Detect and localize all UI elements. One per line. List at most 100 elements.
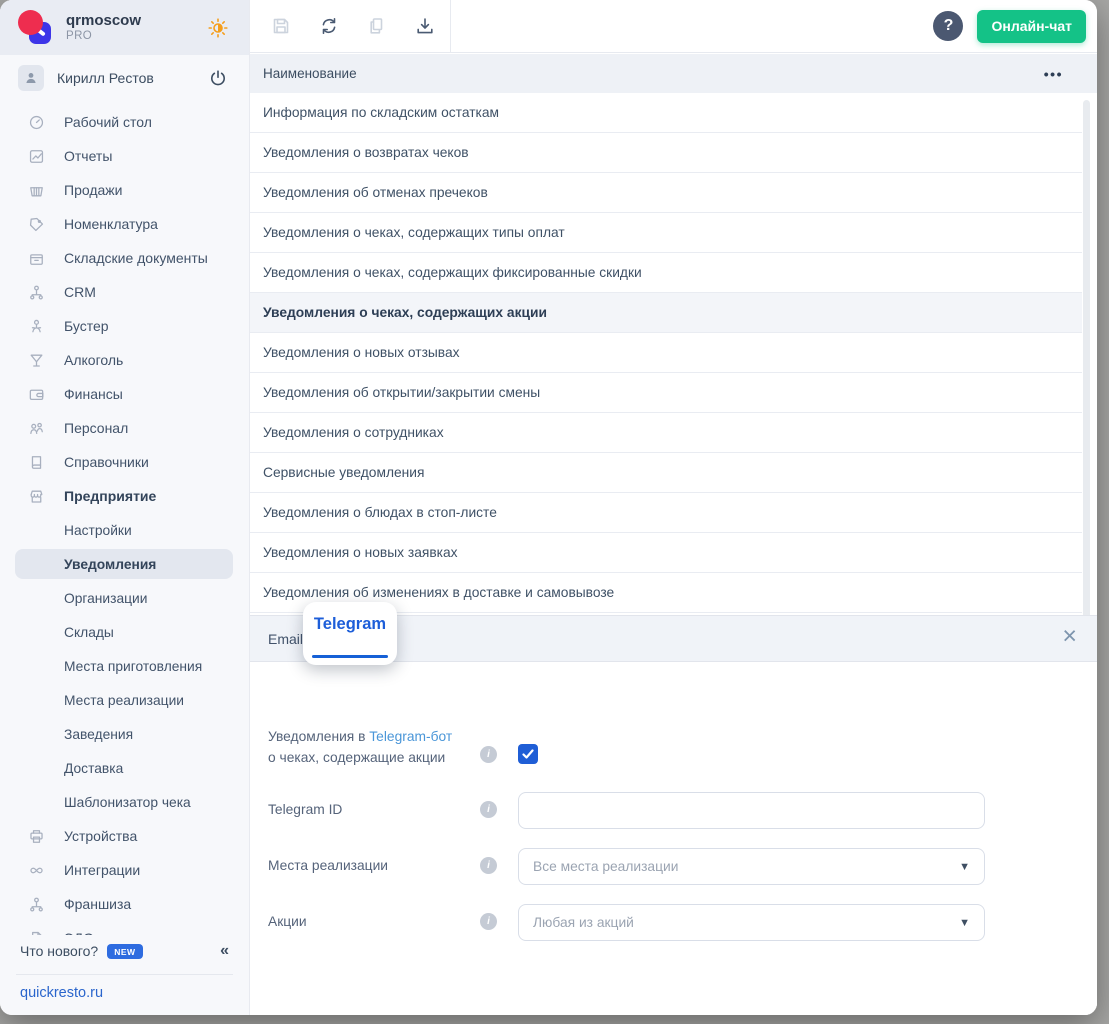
table-row[interactable]: Уведомления о новых заявках <box>250 533 1082 573</box>
close-panel-icon[interactable]: × <box>1062 624 1077 649</box>
panel-tabbar: Email × Telegram <box>250 602 1097 665</box>
sidebar-item-рабочий-стол[interactable]: Рабочий стол <box>0 105 249 139</box>
sidebar-item-продажи[interactable]: Продажи <box>0 173 249 207</box>
telegram-bot-link[interactable]: Telegram-бот <box>369 729 452 744</box>
logout-power-icon[interactable] <box>209 69 227 87</box>
sidebar-item-франшиза[interactable]: Франшиза <box>0 887 249 921</box>
sales-icon <box>28 182 45 199</box>
main-area: ? Онлайн-чат Наименование ••• Информация… <box>250 0 1097 1015</box>
sidebar-item-label: CRM <box>64 284 96 300</box>
places-select[interactable]: Все места реализации ▼ <box>518 848 985 885</box>
promos-label: Акции <box>268 914 307 929</box>
table-row[interactable]: Сервисные уведомления <box>250 453 1082 493</box>
table-row[interactable]: Уведомления о блюдах в стоп-листе <box>250 493 1082 533</box>
sidebar-item-персонал[interactable]: Персонал <box>0 411 249 445</box>
row-label: Уведомления о чеках, содержащих типы опл… <box>263 225 565 240</box>
storefront-icon <box>28 488 45 505</box>
sidebar-subitem-заведения[interactable]: Заведения <box>0 717 249 751</box>
tab-active-underline <box>312 655 388 658</box>
table-row[interactable]: Информация по складским остаткам <box>250 93 1082 133</box>
whats-new-row[interactable]: Что нового? NEW « <box>0 935 249 967</box>
quickresto-link[interactable]: quickresto.ru <box>0 975 249 1011</box>
row-label: Уведомления о блюдах в стоп-листе <box>263 505 497 520</box>
toggle-label: Уведомления в Telegram-бот о чеках, соде… <box>268 726 452 768</box>
orgchart-icon <box>28 284 45 301</box>
row-label: Уведомления о новых отзывах <box>263 345 460 360</box>
sidebar-subitem-label: Шаблонизатор чека <box>64 794 191 810</box>
sidebar-subitem-шаблонизатор-чека[interactable]: Шаблонизатор чека <box>0 785 249 819</box>
collapse-sidebar-icon[interactable]: « <box>220 942 229 960</box>
sidebar-subitem-label: Настройки <box>64 522 132 538</box>
table-row[interactable]: Уведомления об открытии/закрытии смены <box>250 373 1082 413</box>
sidebar-subitem-настройки[interactable]: Настройки <box>0 513 249 547</box>
table-row[interactable]: Уведомления о чеках, содержащих фиксиров… <box>250 253 1082 293</box>
sidebar-item-устройства[interactable]: Устройства <box>0 819 249 853</box>
sidebar-subitem-уведомления[interactable]: Уведомления <box>0 547 249 581</box>
row-label: Уведомления о сотрудниках <box>263 425 444 440</box>
workspace-title: qrmoscow <box>66 12 142 30</box>
copy-button <box>360 9 394 43</box>
info-icon-toggle[interactable]: i <box>480 746 497 763</box>
sidebar-item-интеграции[interactable]: Интеграции <box>0 853 249 887</box>
plan-badge: PRO <box>66 29 93 42</box>
toolbar-right: ? Онлайн-чат <box>933 9 1097 43</box>
copy-icon <box>367 16 387 36</box>
new-badge: NEW <box>107 943 143 959</box>
promos-select[interactable]: Любая из акций ▼ <box>518 904 985 941</box>
app-window: qrmoscow PRO Кирилл Рестов Рабочий стол … <box>0 0 1097 1015</box>
table-row[interactable]: Уведомления об отменах пречеков <box>250 173 1082 213</box>
sidebar-subitem-склады[interactable]: Склады <box>0 615 249 649</box>
table-row-selected[interactable]: Уведомления о чеках, содержащих акции <box>250 293 1082 333</box>
info-icon-promos[interactable]: i <box>480 913 497 930</box>
telegram-id-label: Telegram ID <box>268 802 343 817</box>
sidebar-subitem-места-реализации[interactable]: Места реализации <box>0 683 249 717</box>
sidebar-subitem-доставка[interactable]: Доставка <box>0 751 249 785</box>
sidebar-item-справочники[interactable]: Справочники <box>0 445 249 479</box>
infinity-icon <box>28 862 45 879</box>
tab-telegram-label: Telegram <box>313 615 387 633</box>
sidebar-item-складские-документы[interactable]: Складские документы <box>0 241 249 275</box>
sidebar-item-бустер[interactable]: Бустер <box>0 309 249 343</box>
help-button[interactable]: ? <box>933 11 964 41</box>
sidebar-item-отчеты[interactable]: Отчеты <box>0 139 249 173</box>
sidebar-item-label: Франшиза <box>64 896 132 912</box>
sidebar-item-label: Алкоголь <box>64 352 124 368</box>
sidebar-subitem-организации[interactable]: Организации <box>0 581 249 615</box>
table-row[interactable]: Уведомления о возвратах чеков <box>250 133 1082 173</box>
sidebar-subitem-места-приготовления[interactable]: Места приготовления <box>0 649 249 683</box>
sidebar-item-label: Продажи <box>64 182 123 198</box>
user-row[interactable]: Кирилл Рестов <box>0 55 249 101</box>
row-label: Уведомления о чеках, содержащих фиксиров… <box>263 265 642 280</box>
refresh-button[interactable] <box>312 9 346 43</box>
info-icon-telegram-id[interactable]: i <box>480 801 497 818</box>
sidebar-item-label: Рабочий стол <box>64 114 152 130</box>
reports-icon <box>28 148 45 165</box>
row-label: Информация по складским остаткам <box>263 105 500 120</box>
telegram-enabled-checkbox[interactable] <box>518 744 538 764</box>
online-chat-button[interactable]: Онлайн-чат <box>977 9 1086 43</box>
sidebar-item-финансы[interactable]: Финансы <box>0 377 249 411</box>
telegram-form: Уведомления в Telegram-бот о чеках, соде… <box>250 662 1097 1015</box>
sidebar-item-алкоголь[interactable]: Алкоголь <box>0 343 249 377</box>
sidebar-item-crm[interactable]: CRM <box>0 275 249 309</box>
download-button[interactable] <box>408 9 442 43</box>
sidebar-item-предприятие[interactable]: Предприятие <box>0 479 249 513</box>
theme-toggle-sun-icon[interactable] <box>207 17 229 39</box>
row-label: Уведомления о новых заявках <box>263 545 458 560</box>
table-row[interactable]: Уведомления о чеках, содержащих типы опл… <box>250 213 1082 253</box>
tab-email[interactable]: Email <box>268 631 303 647</box>
sidebar-item-эдо-и-маркировка[interactable]: ЭДО и маркировка <box>0 921 249 935</box>
info-icon-places[interactable]: i <box>480 857 497 874</box>
sidebar-footer: Что нового? NEW « quickresto.ru <box>0 935 249 1015</box>
column-menu-dots-icon[interactable]: ••• <box>1044 66 1063 82</box>
table-row[interactable]: Уведомления о новых отзывах <box>250 333 1082 373</box>
telegram-id-input[interactable] <box>518 792 985 829</box>
wallet-icon <box>28 386 45 403</box>
tab-telegram[interactable]: Telegram <box>303 602 397 665</box>
sidebar-subitem-label: Места приготовления <box>64 658 203 674</box>
column-header-name: Наименование <box>263 66 357 81</box>
book-icon <box>28 454 45 471</box>
sidebar-item-номенклатура[interactable]: Номенклатура <box>0 207 249 241</box>
table-row[interactable]: Уведомления о сотрудниках <box>250 413 1082 453</box>
people-icon <box>28 420 45 437</box>
